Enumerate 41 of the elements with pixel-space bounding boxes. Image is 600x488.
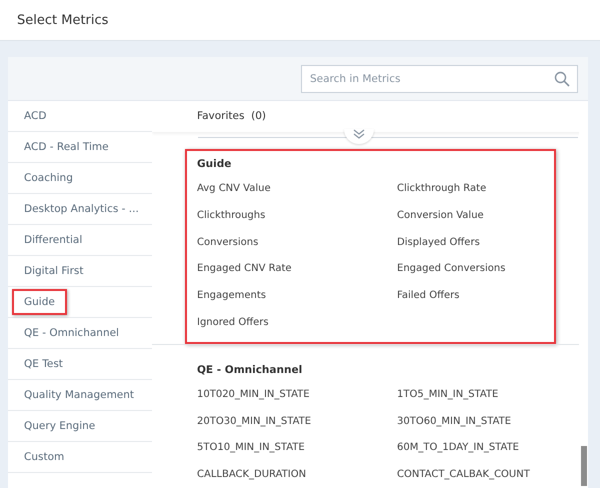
category-item[interactable]: ACD - Real Time <box>12 134 121 160</box>
expand-toggle[interactable] <box>344 128 374 144</box>
metric-item[interactable]: CALLBACK_DURATION <box>197 469 397 480</box>
metric-item[interactable]: Conversion Value <box>397 210 544 221</box>
metric-item[interactable]: Conversions <box>197 236 397 248</box>
scrollbar[interactable] <box>579 101 588 488</box>
category-item[interactable]: Guide <box>12 289 67 315</box>
search-field[interactable]: Search in Metrics <box>301 64 578 92</box>
metric-item[interactable]: Engaged Conversions <box>397 263 544 274</box>
window-title: Select Metrics <box>17 12 108 28</box>
search-icon[interactable] <box>554 70 570 86</box>
scrollbar-thumb[interactable] <box>581 446 587 486</box>
metric-item[interactable]: Avg CNV Value <box>197 182 397 194</box>
category-item[interactable]: Coaching <box>12 165 85 191</box>
metric-item[interactable]: Clickthroughs <box>197 210 397 221</box>
category-item[interactable]: Query Engine <box>12 413 108 439</box>
section-title: Guide <box>197 158 232 170</box>
category-item[interactable]: Custom <box>12 444 76 470</box>
category-item[interactable]: Digital First <box>12 258 96 284</box>
metric-item[interactable]: 5TO10_MIN_IN_STATE <box>197 442 397 454</box>
metric-item[interactable]: Engagements <box>197 290 397 302</box>
category-item[interactable]: Desktop Analytics - ... <box>12 196 151 222</box>
metric-item[interactable]: Clickthrough Rate <box>397 182 544 194</box>
category-item[interactable]: Differential <box>12 227 94 253</box>
metric-item[interactable]: 30TO60_MIN_IN_STATE <box>397 416 578 426</box>
category-item[interactable]: ACD <box>12 103 58 129</box>
metric-item[interactable]: Ignored Offers <box>197 316 397 328</box>
favorites-label[interactable]: Favorites (0) <box>197 110 266 122</box>
metric-item[interactable]: 10T020_MIN_IN_STATE <box>197 388 397 400</box>
metric-item[interactable]: 20TO30_MIN_IN_STATE <box>197 416 397 426</box>
category-item[interactable]: QE - Omnichannel <box>12 320 131 346</box>
section-title: QE - Omnichannel <box>197 364 302 376</box>
category-item[interactable]: QE Test <box>12 351 75 377</box>
category-item[interactable]: Quality Management <box>12 382 146 408</box>
metric-item[interactable]: Engaged CNV Rate <box>197 263 397 274</box>
metric-item[interactable]: 60M_TO_1DAY_IN_STATE <box>397 442 578 454</box>
metric-item[interactable]: CONTACT_CALBAK_COUNT <box>397 469 578 480</box>
metric-item[interactable]: Displayed Offers <box>397 236 544 248</box>
metric-item[interactable]: Failed Offers <box>397 290 544 302</box>
double-chevron-icon <box>353 128 365 139</box>
metric-item[interactable]: 1TO5_MIN_IN_STATE <box>397 388 578 400</box>
